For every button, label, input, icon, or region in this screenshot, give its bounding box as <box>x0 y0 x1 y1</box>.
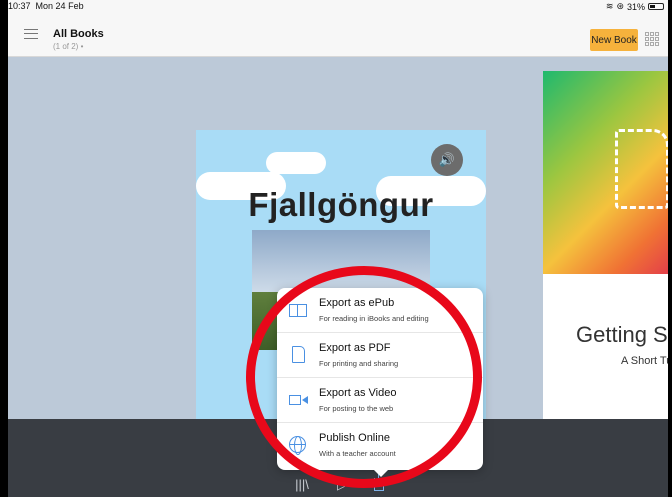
page-title: All Books <box>53 28 104 40</box>
navigation-bar: All Books (1 of 2) • New Book <box>8 12 668 57</box>
battery-icon <box>648 3 664 10</box>
status-clock: 10:37 <box>8 1 31 11</box>
grid-view-icon[interactable] <box>645 32 659 46</box>
wifi-icon: ≋ <box>605 1 614 11</box>
book-cover-getting-started[interactable]: Getting S A Short Tu <box>543 71 668 431</box>
book-creator-logo-icon <box>615 129 668 209</box>
annotation-circle <box>246 266 482 488</box>
status-time: 10:37 Mon 24 Feb <box>8 1 84 11</box>
book-title: Getting S <box>576 322 668 347</box>
hamburger-menu-icon[interactable] <box>24 29 38 39</box>
page-subtitle: (1 of 2) • <box>53 42 84 51</box>
book-subtitle: A Short Tu <box>621 355 668 367</box>
new-book-button[interactable]: New Book <box>590 29 638 51</box>
speaker-icon[interactable]: 🔊 <box>431 144 463 176</box>
book-title: Fjallgöngur <box>248 186 434 223</box>
library-icon[interactable]: |||\ <box>295 478 309 492</box>
orientation-lock-icon: ⊛ <box>616 1 624 11</box>
ipad-screen: 10:37 Mon 24 Feb ≋ ⊛ 31% All Books (1 of… <box>8 0 668 497</box>
status-indicators: ≋ ⊛ 31% <box>606 1 664 12</box>
status-bar: 10:37 Mon 24 Feb ≋ ⊛ 31% <box>8 0 668 12</box>
status-date: Mon 24 Feb <box>35 1 84 11</box>
battery-percent: 31% <box>626 1 645 12</box>
cloud-decoration <box>266 152 326 174</box>
